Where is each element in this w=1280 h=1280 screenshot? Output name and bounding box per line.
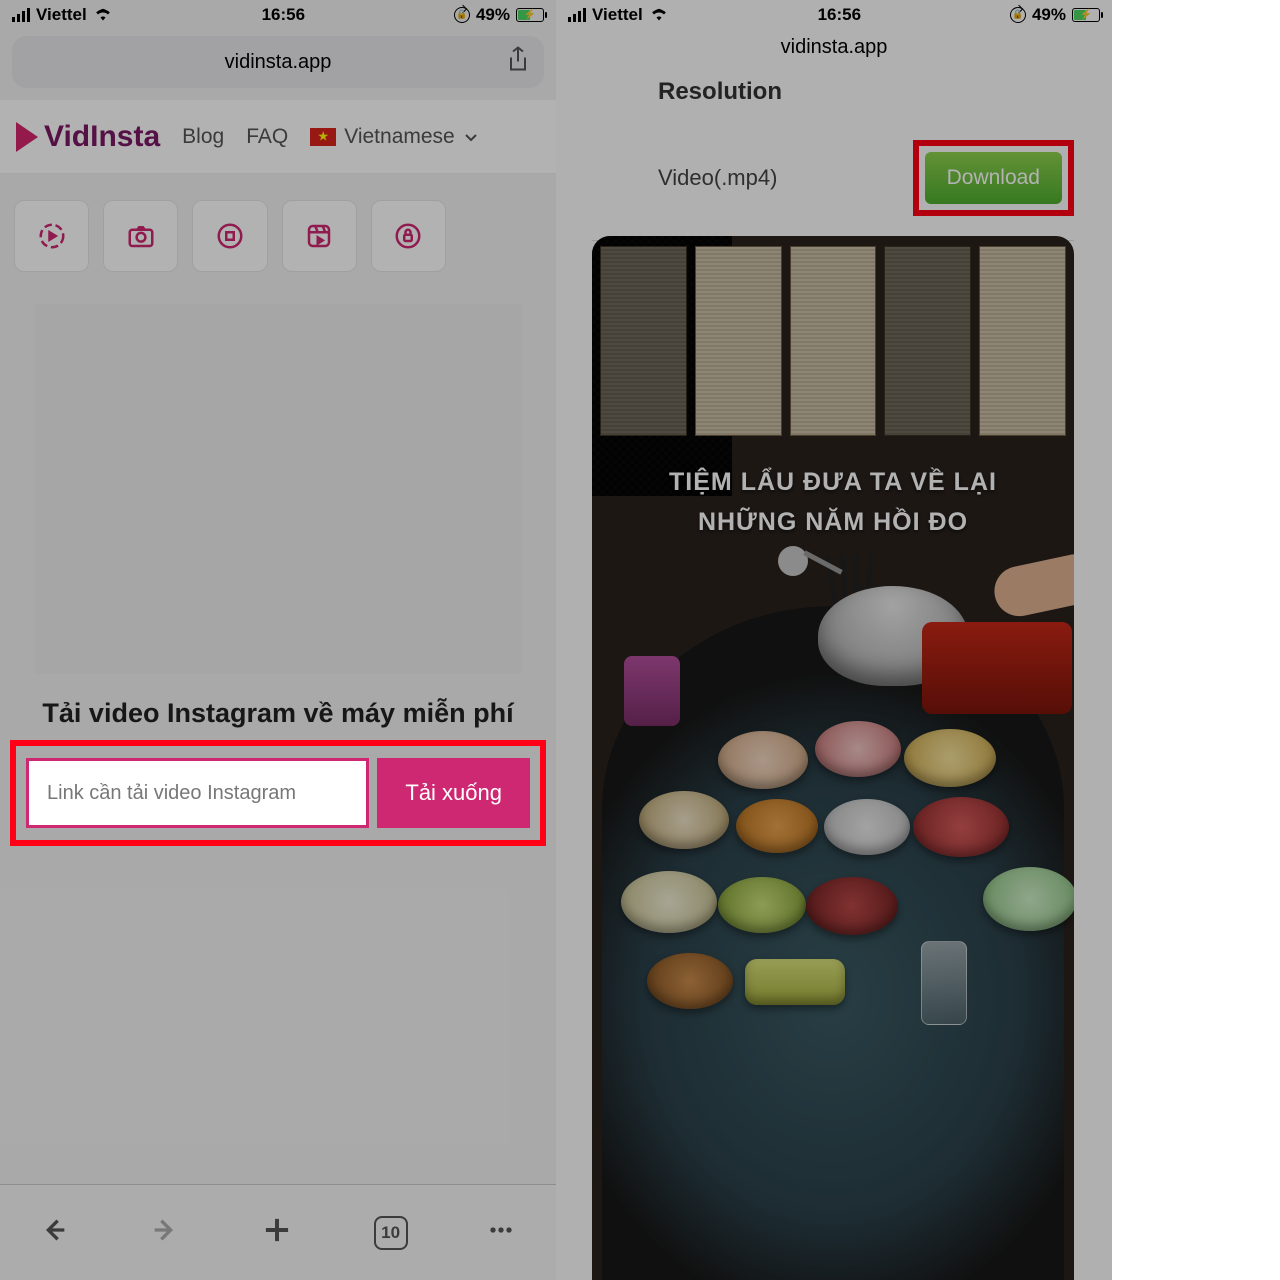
photo-icon[interactable] [103,200,178,272]
status-bar: Viettel 16:56 🔒 49% ⚡ [556,0,1112,30]
nav-blog[interactable]: Blog [182,125,224,149]
chevron-down-icon [463,129,479,145]
download-form-highlight: Link cần tải video Instagram Tải xuống [10,740,546,846]
right-phone-screenshot: Viettel 16:56 🔒 49% ⚡ vidinsta.app Resol… [556,0,1112,1280]
tabs-button[interactable]: 10 [374,1216,408,1250]
clock-label: 16:56 [262,5,305,25]
story-icon[interactable] [14,200,89,272]
brand-text: VidInsta [44,120,160,154]
share-icon[interactable] [506,46,530,79]
browser-toolbar: 10 [0,1184,556,1280]
video-caption: TIỆM LẨU ĐƯA TA VỀ LẠI NHỮNG NĂM HỒI ĐO [592,462,1074,542]
forward-icon[interactable] [148,1214,180,1251]
download-button[interactable]: Tải xuống [377,758,530,828]
video-preview[interactable]: TIỆM LẨU ĐƯA TA VỀ LẠI NHỮNG NĂM HỒI ĐO [592,236,1074,1280]
language-selector[interactable]: Vietnamese [310,125,479,149]
battery-percent: 49% [1032,5,1066,25]
rotation-lock-icon: 🔒 [1010,7,1026,23]
battery-icon: ⚡ [516,8,544,22]
url-text: vidinsta.app [225,51,332,74]
site-header: VidInsta Blog FAQ Vietnamese [0,100,556,174]
flag-icon [310,128,336,146]
feature-icons-row [14,200,446,272]
language-label: Vietnamese [344,125,455,149]
download-button[interactable]: Download [925,152,1062,204]
link-input[interactable]: Link cần tải video Instagram [26,758,369,828]
signal-icon [568,8,586,22]
brand-logo[interactable]: VidInsta [16,120,160,154]
left-phone-screenshot: Viettel 16:56 🔒 49% ⚡ vidinsta.app VidIn… [0,0,556,1280]
nav-faq[interactable]: FAQ [246,125,288,149]
menu-icon[interactable] [485,1214,517,1251]
resolution-label: Resolution [592,78,1074,106]
resolution-section: Resolution Video(.mp4) Download [592,78,1074,241]
wifi-icon [93,5,113,26]
igtv-icon[interactable] [192,200,267,272]
status-bar: Viettel 16:56 🔒 49% ⚡ [0,0,556,30]
carrier-label: Viettel [592,5,643,25]
rotation-lock-icon: 🔒 [454,7,470,23]
private-icon[interactable] [371,200,446,272]
battery-icon: ⚡ [1072,8,1100,22]
main-heading: Tải video Instagram về máy miễn phí [0,698,556,729]
wifi-icon [649,5,669,26]
download-highlight: Download [913,140,1074,216]
back-icon[interactable] [39,1214,71,1251]
url-text: vidinsta.app [556,36,1112,59]
resolution-row: Video(.mp4) Download [592,130,1074,241]
file-type-label: Video(.mp4) [658,165,777,191]
battery-percent: 49% [476,5,510,25]
new-tab-icon[interactable] [258,1211,296,1254]
play-icon [16,122,38,152]
browser-url-bar[interactable]: vidinsta.app [12,36,544,88]
clock-label: 16:56 [818,5,861,25]
ad-placeholder [34,304,522,674]
carrier-label: Viettel [36,5,87,25]
reels-icon[interactable] [282,200,357,272]
signal-icon [12,8,30,22]
